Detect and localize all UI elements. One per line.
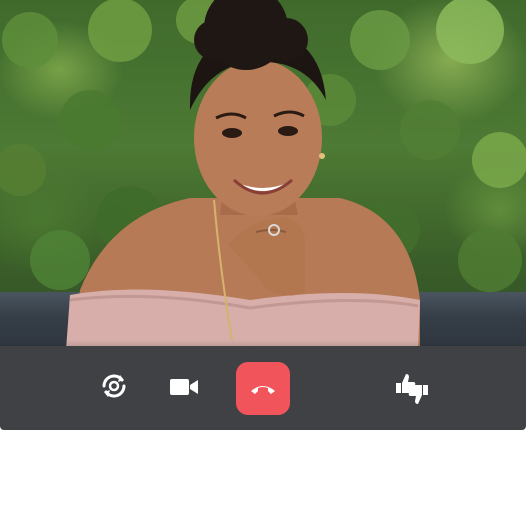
switch-camera-button[interactable] [96,368,132,404]
end-call-button[interactable] [236,362,290,415]
video-camera-icon [170,379,198,395]
video-call-window [0,0,526,519]
video-toggle-button[interactable] [168,372,200,402]
feedback-button[interactable] [392,370,432,408]
phone-hangup-icon [251,385,275,394]
camera-switch-icon [102,374,126,398]
thumbs-up-down-icon [396,374,428,404]
participant-figure [66,0,420,366]
remote-video-feed [0,0,526,366]
